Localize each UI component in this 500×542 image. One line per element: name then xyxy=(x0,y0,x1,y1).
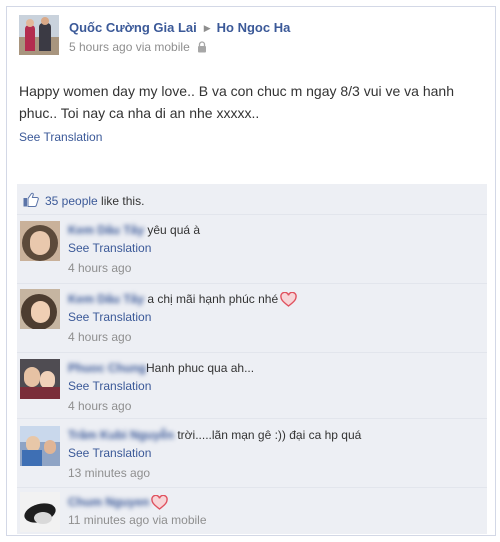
see-translation-link[interactable]: See Translation xyxy=(19,130,102,144)
post-message: Happy women day my love.. B va con chuc … xyxy=(19,83,455,121)
comment-timestamp[interactable]: 4 hours ago xyxy=(68,261,200,276)
commenter-name[interactable]: Phuoc Chung xyxy=(68,361,146,375)
comment-body: Kem Dâu Tây yêu quá à See Translation 4 … xyxy=(68,223,200,276)
heart-icon xyxy=(280,292,297,307)
lock-icon[interactable] xyxy=(197,41,207,53)
comment-timestamp[interactable]: 13 minutes ago xyxy=(68,466,361,481)
post-meta: 5 hours ago via mobile xyxy=(69,40,207,54)
author-avatar[interactable] xyxy=(19,15,59,55)
thumbs-up-icon xyxy=(23,192,39,207)
comment-item: Chum Nguyen 11 minutes ago via mobile xyxy=(17,488,487,534)
likes-row: 35 people like this. xyxy=(17,184,487,215)
page: Quốc Cường Gia Lai ▶ Ho Ngoc Ha 5 hours ag… xyxy=(0,0,500,542)
commenter-name[interactable]: Kem Dâu Tây xyxy=(68,292,144,306)
likes-suffix: like this. xyxy=(97,194,145,208)
comment-body: Chum Nguyen 11 minutes ago via mobile xyxy=(68,495,207,528)
post-header: Quốc Cường Gia Lai ▶ Ho Ngoc Ha 5 hours ag… xyxy=(19,13,479,57)
comment-see-translation[interactable]: See Translation xyxy=(68,310,297,325)
comment-body: Kem Dâu Tây a chị mãi hạnh phúc nhé See … xyxy=(68,292,297,345)
commenter-avatar[interactable] xyxy=(20,289,60,329)
commenter-avatar[interactable] xyxy=(20,492,60,532)
comment-timestamp[interactable]: 11 minutes ago via mobile xyxy=(68,513,207,528)
feedback-section: 35 people like this. Kem Dâu Tây yêu quá… xyxy=(17,184,487,534)
likes-count-link[interactable]: 35 people xyxy=(45,194,98,208)
post-timestamp[interactable]: 5 hours ago via mobile xyxy=(69,40,190,54)
comment-text: Hanh phuc qua ah... xyxy=(146,361,255,375)
commenter-avatar[interactable] xyxy=(20,359,60,399)
comment-see-translation[interactable]: See Translation xyxy=(68,241,200,256)
author-link[interactable]: Quốc Cường Gia Lai xyxy=(69,20,197,35)
comment-see-translation[interactable]: See Translation xyxy=(68,379,254,394)
target-link[interactable]: Ho Ngoc Ha xyxy=(217,20,291,35)
commenter-name[interactable]: Chum Nguyen xyxy=(68,495,149,509)
comment-item: Kem Dâu Tây yêu quá à See Translation 4 … xyxy=(17,215,487,284)
comment-text: trời.....lãn mạn gê :)) đại ca hp quá xyxy=(174,428,362,442)
comment-see-translation[interactable]: See Translation xyxy=(68,446,361,461)
comment-text: a chị mãi hạnh phúc nhé xyxy=(144,292,279,306)
arrow-right-icon: ▶ xyxy=(203,23,211,33)
comment-item: Trâm Kubi Nguyễn trời.....lãn mạn gê :))… xyxy=(17,419,487,488)
comment-item: Kem Dâu Tây a chị mãi hạnh phúc nhé See … xyxy=(17,284,487,353)
likes-text: 35 people like this. xyxy=(45,194,144,208)
heart-icon xyxy=(151,495,169,510)
post-card: Quốc Cường Gia Lai ▶ Ho Ngoc Ha 5 hours ag… xyxy=(6,6,496,536)
post-title: Quốc Cường Gia Lai ▶ Ho Ngoc Ha xyxy=(69,20,290,35)
comment-item: Phuoc ChungHanh phuc qua ah... See Trans… xyxy=(17,353,487,419)
comment-text: yêu quá à xyxy=(144,223,201,237)
commenter-avatar[interactable] xyxy=(20,221,60,261)
commenter-name[interactable]: Trâm Kubi Nguyễn xyxy=(68,428,174,442)
comment-body: Phuoc ChungHanh phuc qua ah... See Trans… xyxy=(68,361,254,414)
commenter-avatar[interactable] xyxy=(20,426,60,466)
comment-timestamp[interactable]: 4 hours ago xyxy=(68,330,297,345)
comment-body: Trâm Kubi Nguyễn trời.....lãn mạn gê :))… xyxy=(68,428,361,481)
commenter-name[interactable]: Kem Dâu Tây xyxy=(68,223,144,237)
comment-timestamp[interactable]: 4 hours ago xyxy=(68,399,254,414)
